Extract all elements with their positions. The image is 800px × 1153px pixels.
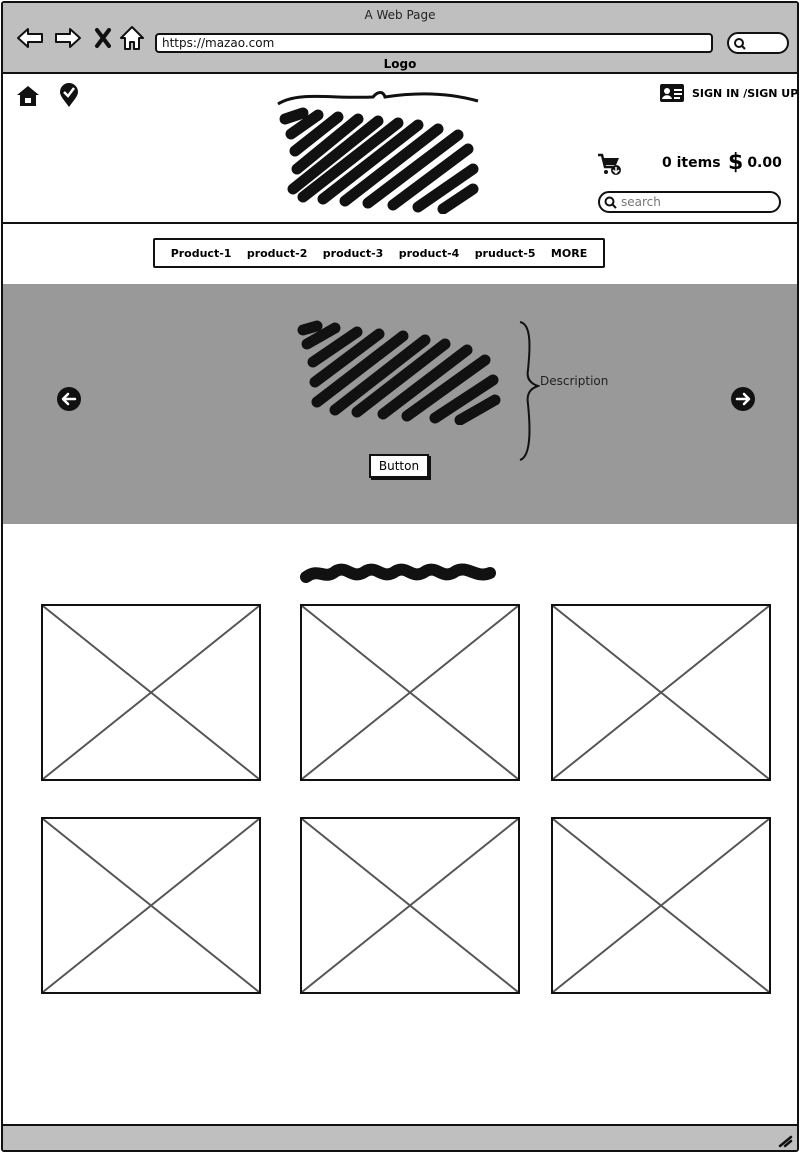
product-image-placeholder[interactable] xyxy=(300,817,520,994)
hero-image-scribble xyxy=(297,320,501,425)
forward-arrow-icon[interactable] xyxy=(53,23,83,53)
product-image-placeholder[interactable] xyxy=(551,604,771,781)
site-logo-scribble xyxy=(277,91,479,214)
url-bar[interactable]: https://mazao.com xyxy=(155,33,713,53)
product-nav: Product-1 product-2 product-3 product-4 … xyxy=(153,238,605,268)
product-image-placeholder[interactable] xyxy=(551,817,771,994)
browser-chrome: A Web Page https://mazao.com Logo xyxy=(3,3,797,74)
search-input[interactable] xyxy=(621,195,771,209)
site-search[interactable] xyxy=(598,191,781,213)
sign-in-label: SIGN IN /SIGN UP xyxy=(692,86,799,100)
cart-item-count: 0 items xyxy=(662,155,721,171)
check-badge-icon[interactable] xyxy=(58,82,80,112)
status-bar xyxy=(3,1124,797,1150)
hero-button[interactable]: Button xyxy=(369,454,429,478)
nav-item-product-3[interactable]: product-3 xyxy=(323,247,384,260)
search-icon xyxy=(604,196,617,209)
nav-item-product-1[interactable]: Product-1 xyxy=(171,247,232,260)
arrow-left-circle-icon[interactable] xyxy=(56,386,82,412)
close-icon[interactable] xyxy=(89,23,119,53)
nav-item-product-5[interactable]: pruduct-5 xyxy=(475,247,536,260)
browser-search[interactable] xyxy=(727,32,789,54)
cart-total-value: 0.00 xyxy=(747,155,782,171)
home-icon[interactable] xyxy=(117,23,147,53)
resize-grip-icon[interactable] xyxy=(777,1132,793,1148)
site-header: SIGN IN /SIGN UP 0 items $ 0.00 xyxy=(3,74,797,224)
section-heading-scribble xyxy=(300,563,496,583)
product-image-placeholder[interactable] xyxy=(41,817,261,994)
hero-description: Description xyxy=(540,374,609,388)
window-title: A Web Page xyxy=(364,8,436,22)
description-brace xyxy=(519,321,540,461)
logo-label: Logo xyxy=(383,57,417,71)
hero-carousel: Description Button xyxy=(3,284,797,524)
product-image-placeholder[interactable] xyxy=(300,604,520,781)
search-icon xyxy=(734,38,746,50)
id-card-icon xyxy=(660,84,684,102)
product-image-placeholder[interactable] xyxy=(41,604,261,781)
arrow-right-circle-icon[interactable] xyxy=(730,386,756,412)
back-arrow-icon[interactable] xyxy=(15,23,45,53)
cart-icon xyxy=(598,153,621,175)
browser-window: A Web Page https://mazao.com Logo SIGN I… xyxy=(1,1,799,1152)
sign-in-link[interactable]: SIGN IN /SIGN UP xyxy=(660,84,799,102)
nav-item-more[interactable]: MORE xyxy=(551,247,587,260)
cart-total: $ 0.00 xyxy=(728,150,782,176)
nav-item-product-2[interactable]: product-2 xyxy=(247,247,308,260)
currency-symbol: $ xyxy=(728,150,744,175)
home-icon[interactable] xyxy=(15,84,41,112)
cart-summary[interactable]: 0 items $ 0.00 xyxy=(597,150,787,176)
nav-item-product-4[interactable]: product-4 xyxy=(399,247,460,260)
